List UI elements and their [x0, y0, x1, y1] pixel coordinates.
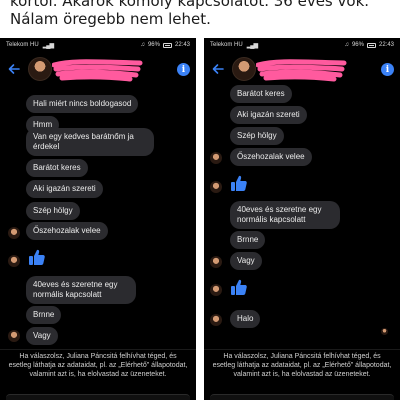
- message-bubble: 40eves és szeretne egy normális kapcsola…: [26, 276, 136, 304]
- reply-privacy-notice: Ha válaszolsz, Juliana Páncsitá felhívha…: [204, 349, 400, 400]
- signal-icon: ▂▄▆: [42, 42, 55, 49]
- message-bubble: Brnne: [230, 231, 266, 249]
- message-bubble: Vagy: [26, 327, 58, 345]
- battery-percent: 96%: [351, 42, 364, 48]
- message-bubble: Szép hölgy: [26, 202, 80, 220]
- chat-header: i: [204, 55, 400, 85]
- caption-line-1: körtöl. Akarok komoly kapcsolatot. 36 év…: [10, 0, 370, 10]
- notice-text: Ha válaszolsz, Juliana Páncsitá felhívha…: [212, 353, 392, 378]
- contact-avatar-small: [210, 284, 222, 296]
- contact-avatar-small: [8, 255, 20, 267]
- info-icon[interactable]: i: [177, 63, 190, 76]
- message-bubble: Van egy kedves barátnőm ja érdekel: [26, 128, 154, 156]
- signal-icon: ▂▄▆: [246, 42, 259, 49]
- contact-avatar[interactable]: [232, 57, 256, 81]
- caption-line-2: Nálam öregebb nem lehet.: [10, 10, 211, 28]
- notice-text: Ha válaszolsz, Juliana Páncsitá felhívha…: [8, 353, 188, 378]
- post-caption: körtöl. Akarok komoly kapcsolatot. 36 év…: [0, 0, 400, 38]
- read-receipt-avatar: [381, 328, 388, 335]
- message-bubble: Aki igazán szereti: [26, 180, 103, 198]
- contact-avatar-small: [210, 152, 222, 164]
- message-bubble: Halo: [230, 310, 261, 328]
- message-bubble: Őszehozalak velee: [230, 148, 312, 166]
- clock: 22:43: [174, 42, 190, 48]
- message-bubble: 40eves és szeretne egy normális kapcsola…: [230, 201, 340, 229]
- info-icon[interactable]: i: [381, 63, 394, 76]
- message-bubble: Hali miért nincs boldogasod: [26, 95, 139, 113]
- contact-avatar-small: [210, 314, 222, 326]
- redacted-name-scribble: [52, 59, 143, 82]
- contact-avatar[interactable]: [28, 57, 52, 81]
- headphones-icon: ♫: [344, 42, 349, 48]
- back-arrow-icon[interactable]: [8, 63, 20, 75]
- message-bubble: Barátot keres: [230, 85, 292, 103]
- reply-privacy-notice: Ha válaszolsz, Juliana Páncsitá felhívha…: [0, 349, 196, 400]
- battery-icon: [162, 42, 172, 48]
- thumbs-up-icon: [231, 175, 247, 191]
- message-bubble: Őszehozalak velee: [26, 222, 108, 240]
- battery-percent: 96%: [147, 42, 160, 48]
- thumbs-up-icon: [231, 279, 247, 295]
- contact-avatar-small: [8, 227, 20, 239]
- chat-header: i: [0, 55, 196, 85]
- contact-avatar-small: [210, 181, 222, 193]
- left-phone-screenshot: Telekom HU ▂▄▆ ♫ 96% 22:43 i Hali miért …: [0, 38, 196, 400]
- headphones-icon: ♫: [140, 42, 145, 48]
- carrier-label: Telekom HU: [210, 42, 243, 48]
- message-bubble: Szép hölgy: [230, 127, 284, 145]
- notice-action-bar[interactable]: [6, 394, 190, 400]
- battery-icon: [366, 42, 376, 48]
- notice-action-bar[interactable]: [210, 394, 394, 400]
- contact-avatar-small: [8, 330, 20, 342]
- status-bar: Telekom HU ▂▄▆ ♫ 96% 22:43: [204, 38, 400, 52]
- right-phone-screenshot: Telekom HU ▂▄▆ ♫ 96% 22:43 i Barátot ker…: [204, 38, 400, 400]
- contact-avatar-small: [210, 256, 222, 268]
- clock: 22:43: [378, 42, 394, 48]
- thumbs-up-icon: [29, 249, 45, 265]
- back-arrow-icon[interactable]: [212, 63, 224, 75]
- message-bubble: Aki igazán szereti: [230, 106, 307, 124]
- carrier-label: Telekom HU: [6, 42, 39, 48]
- message-bubble: Brnne: [26, 306, 62, 324]
- message-bubble: Vagy: [230, 252, 262, 270]
- status-bar: Telekom HU ▂▄▆ ♫ 96% 22:43: [0, 38, 196, 52]
- redacted-name-scribble: [256, 59, 347, 82]
- message-bubble: Barátot keres: [26, 159, 88, 177]
